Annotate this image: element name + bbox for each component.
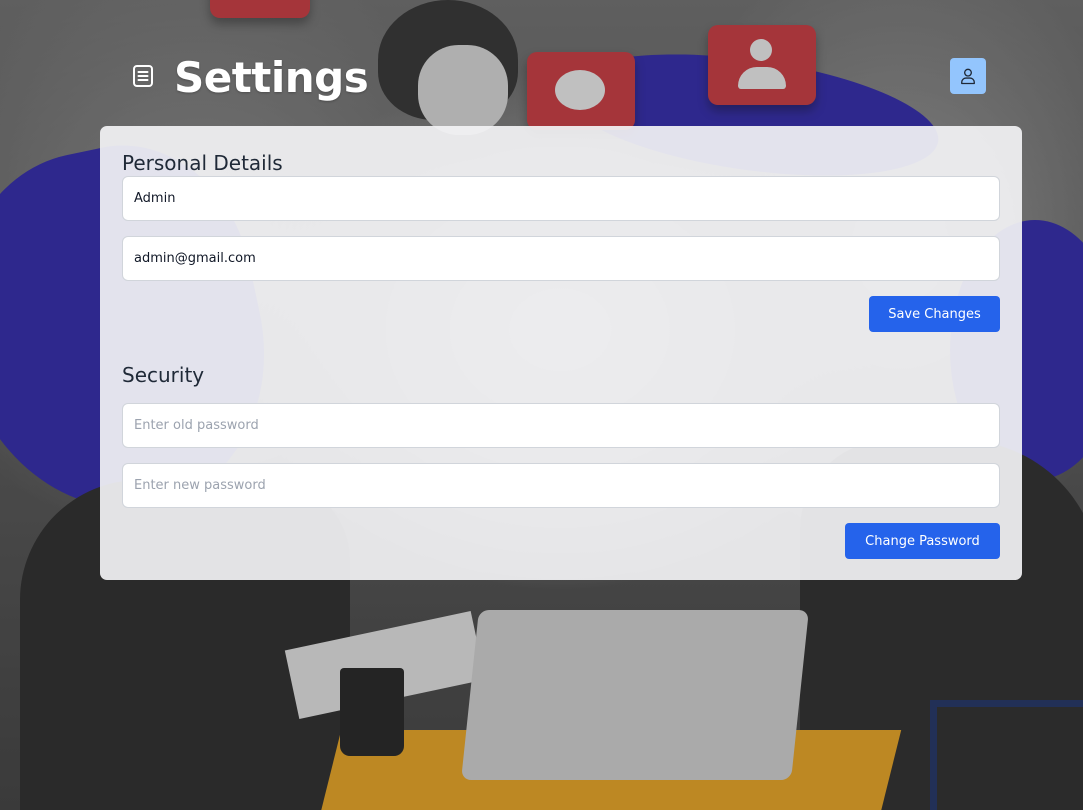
change-password-button[interactable]: Change Password — [845, 523, 1000, 559]
name-field[interactable] — [122, 176, 1000, 221]
save-changes-button[interactable]: Save Changes — [869, 296, 1000, 332]
settings-card: Personal Details Save Changes Security C… — [100, 126, 1022, 580]
personal-details-heading: Personal Details — [122, 151, 283, 175]
new-password-field[interactable] — [122, 463, 1000, 508]
security-heading: Security — [122, 363, 205, 387]
old-password-field[interactable] — [122, 403, 1000, 448]
user-icon — [958, 66, 978, 86]
settings-page: Settings Personal Details Save Changes S… — [0, 0, 1083, 810]
list-icon[interactable] — [131, 64, 155, 88]
profile-button[interactable] — [950, 58, 986, 94]
page-title: Settings — [174, 53, 369, 102]
email-field[interactable] — [122, 236, 1000, 281]
